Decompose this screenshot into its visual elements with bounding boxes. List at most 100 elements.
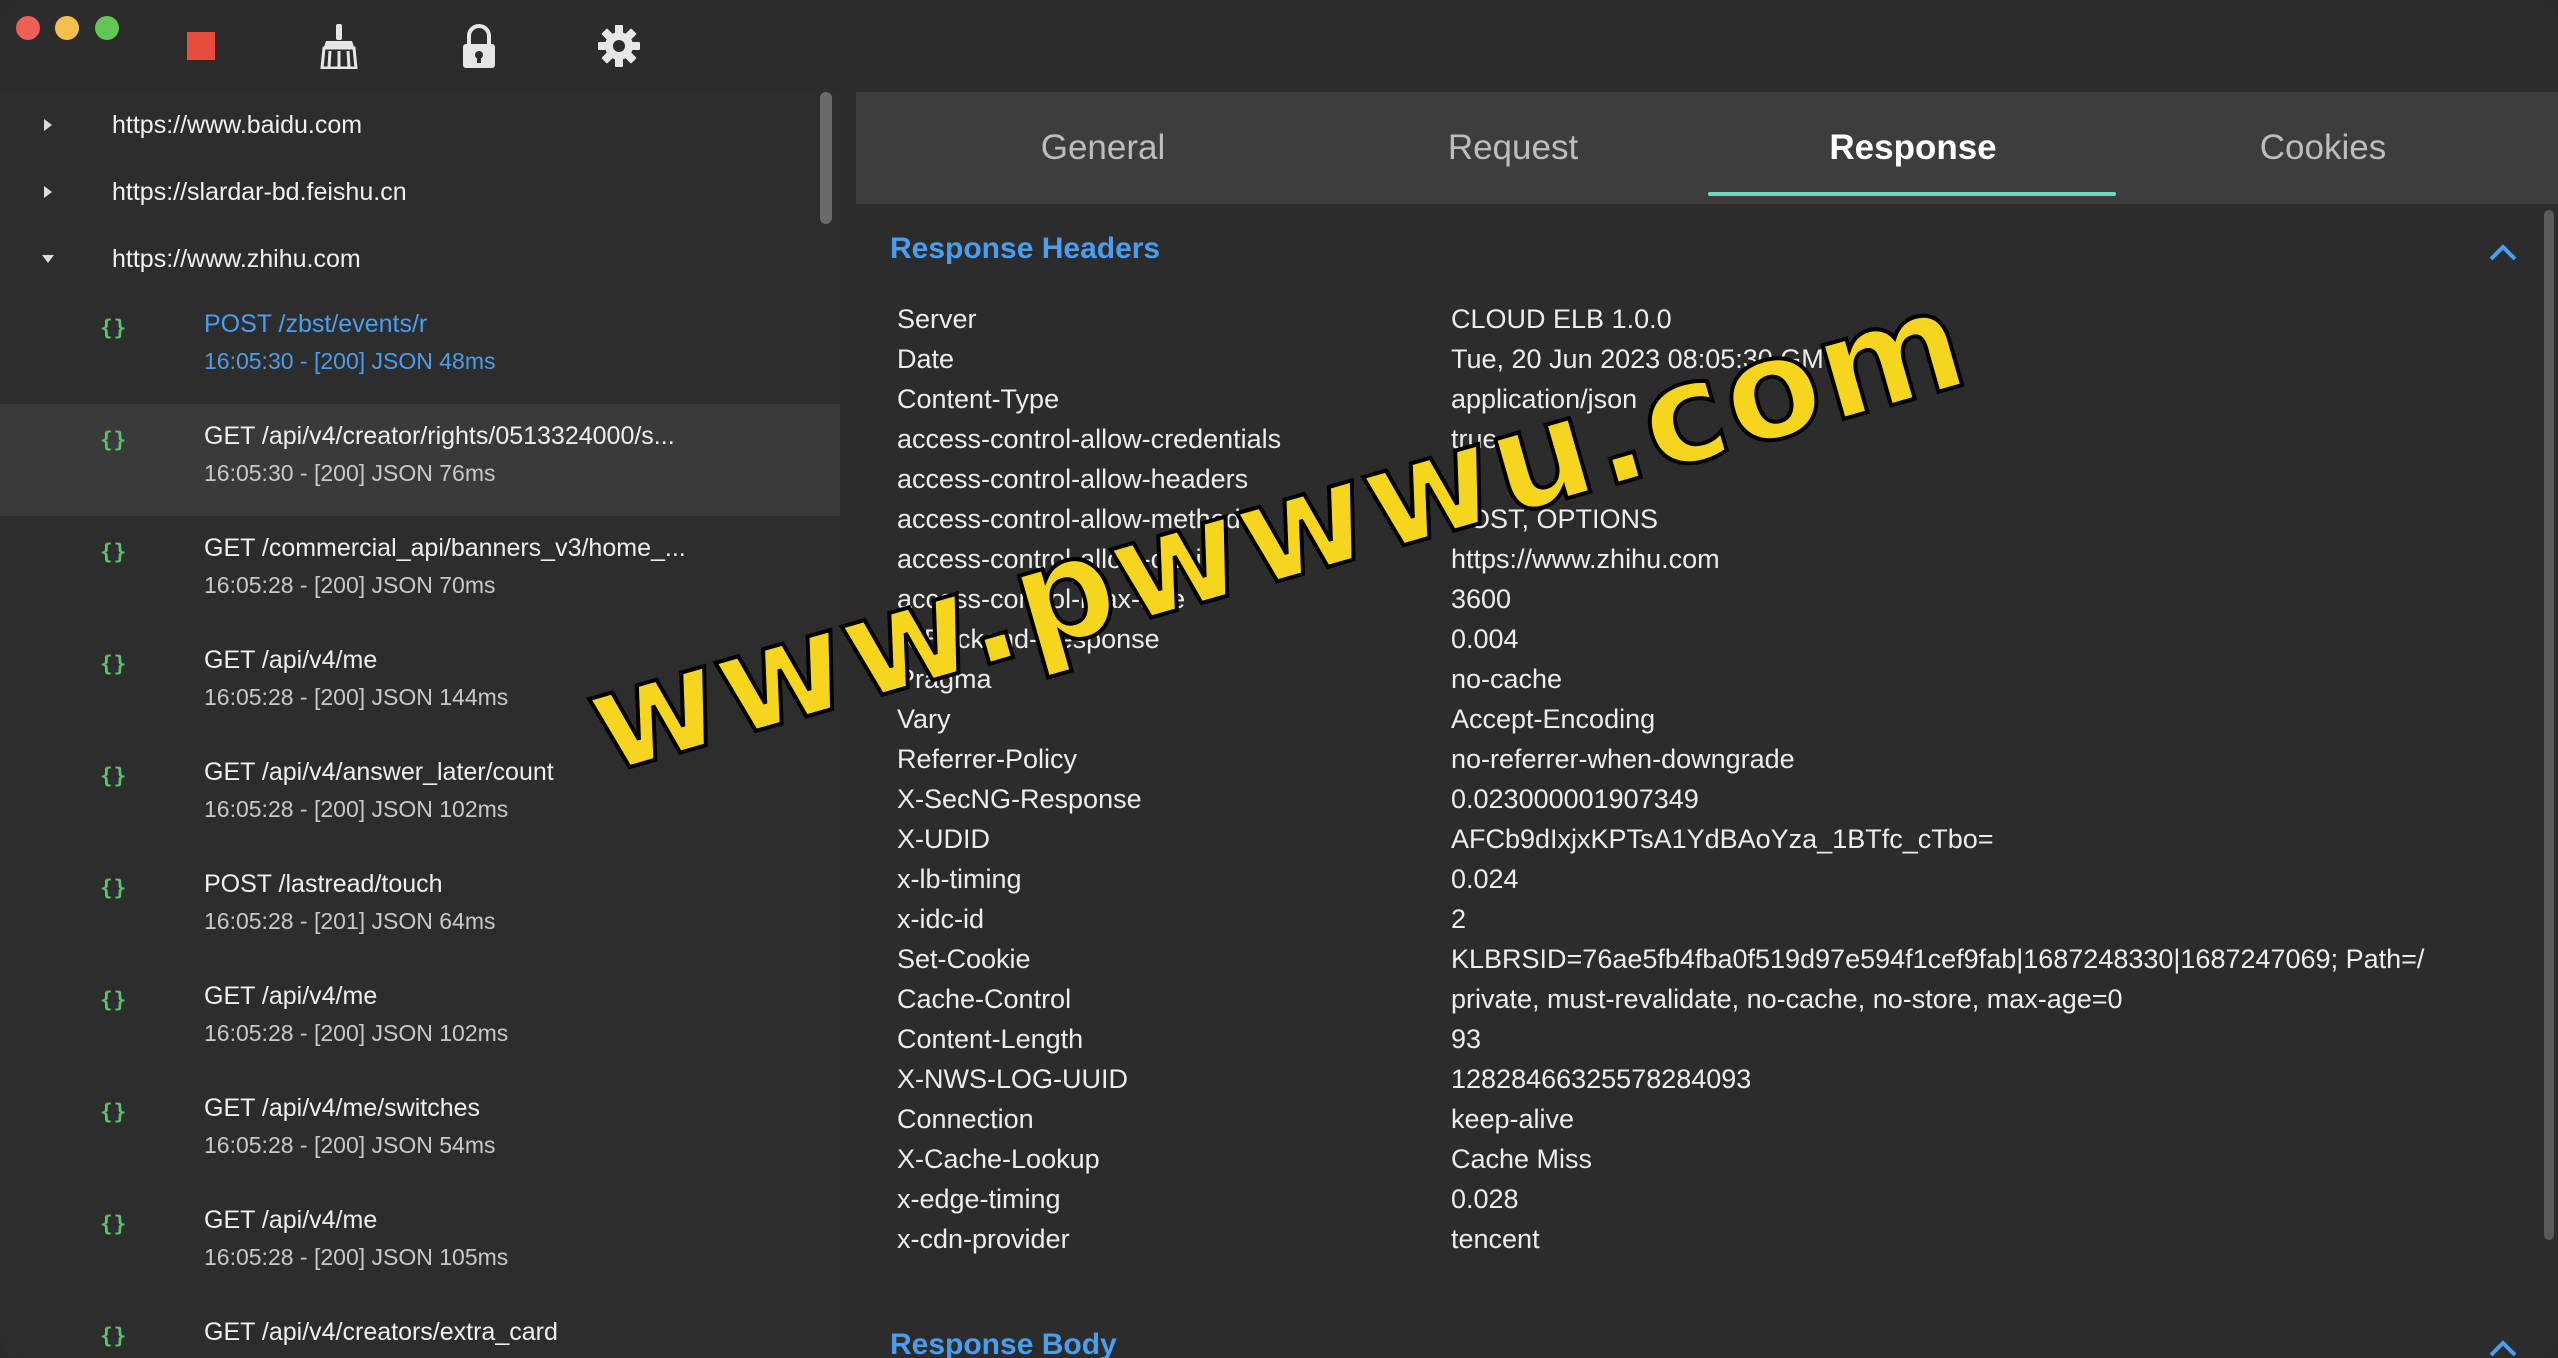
header-row: x-lb-timing 0.024 bbox=[897, 864, 2547, 904]
header-key: Vary bbox=[897, 704, 951, 734]
header-key: x-cdn-provider bbox=[897, 1224, 1070, 1254]
header-value: 12828466325578284093 bbox=[1451, 1064, 1752, 1094]
header-value: 3600 bbox=[1451, 584, 1512, 614]
header-key: Content-Type bbox=[897, 384, 1060, 414]
domain-label: https://www.baidu.com bbox=[112, 110, 363, 139]
header-value: Accept-Encoding bbox=[1451, 704, 1656, 734]
lock-icon bbox=[463, 24, 495, 68]
response-body-title[interactable]: Response Body bbox=[890, 1328, 1117, 1358]
header-key: access-control-allow-credentials bbox=[897, 424, 1282, 454]
tab-response[interactable]: Response bbox=[1708, 92, 2118, 204]
header-value: Cache Miss bbox=[1451, 1144, 1593, 1174]
request-row[interactable]: {} GET /api/v4/creator/rights/0513324000… bbox=[0, 404, 840, 516]
response-headers-title[interactable]: Response Headers bbox=[890, 232, 1160, 266]
chevron-up-icon[interactable] bbox=[2486, 1336, 2520, 1358]
json-icon: {} bbox=[100, 316, 128, 340]
header-value: 0.024 bbox=[1451, 864, 1519, 894]
json-icon: {} bbox=[100, 540, 128, 564]
clear-button[interactable] bbox=[313, 20, 365, 72]
header-row: x-cdn-provider tencent bbox=[897, 1224, 2547, 1264]
tab-general[interactable]: General bbox=[898, 92, 1308, 204]
header-value: 0.028 bbox=[1451, 1184, 1519, 1214]
request-row[interactable]: {} GET /commercial_api/banners_v3/home_.… bbox=[0, 516, 840, 628]
json-icon: {} bbox=[100, 988, 128, 1012]
header-value: no-referrer-when-downgrade bbox=[1451, 744, 1795, 774]
header-value: 2 bbox=[1451, 904, 1467, 934]
header-key: Set-Cookie bbox=[897, 944, 1031, 974]
request-title: GET /api/v4/me bbox=[204, 982, 378, 1010]
header-value: CLOUD ELB 1.0.0 bbox=[1451, 304, 1672, 334]
header-key: access-control-allow-methods bbox=[897, 504, 1255, 534]
request-meta: 16:05:28 - [200] JSON 144ms bbox=[204, 684, 509, 710]
chevron-right-icon[interactable] bbox=[40, 184, 56, 200]
request-meta: 16:05:28 - [200] JSON 70ms bbox=[204, 572, 496, 598]
header-value: KLBRSID=76ae5fb4fba0f519d97e594f1cef9fab… bbox=[1451, 944, 2425, 974]
request-row[interactable]: {} POST /lastread/touch 16:05:28 - [201]… bbox=[0, 852, 840, 964]
tab-cookies[interactable]: Cookies bbox=[2118, 92, 2528, 204]
stop-icon bbox=[187, 32, 215, 60]
header-row: access-control-allow-origin https://www.z… bbox=[897, 544, 2547, 584]
domain-row-feishu[interactable]: https://slardar-bd.feishu.cn bbox=[0, 159, 820, 225]
request-row[interactable]: {} POST /zbst/events/r 16:05:30 - [200] … bbox=[0, 292, 840, 404]
header-value: AFCb9dIxjxKPTsA1YdBAoYza_1BTfc_cTbo= bbox=[1451, 824, 1994, 854]
request-meta: 16:05:28 - [200] JSON 105ms bbox=[204, 1244, 509, 1270]
header-value: no-cache bbox=[1451, 664, 1563, 694]
chevron-up-icon[interactable] bbox=[2486, 240, 2520, 264]
header-value: true bbox=[1451, 424, 1498, 454]
header-row: Content-Length 93 bbox=[897, 1024, 2547, 1064]
zoom-window-button[interactable] bbox=[95, 16, 119, 40]
gear-icon bbox=[598, 25, 640, 67]
request-row[interactable]: {} GET /api/v4/me 16:05:28 - [200] JSON … bbox=[0, 1188, 840, 1300]
close-window-button[interactable] bbox=[16, 16, 40, 40]
request-title: GET /api/v4/me bbox=[204, 646, 378, 674]
chevron-right-icon[interactable] bbox=[40, 117, 56, 133]
request-row[interactable]: {} GET /api/v4/me 16:05:28 - [200] JSON … bbox=[0, 628, 840, 740]
header-row: Server CLOUD ELB 1.0.0 bbox=[897, 304, 2547, 344]
header-key: Referrer-Policy bbox=[897, 744, 1078, 774]
domain-label: https://slardar-bd.feishu.cn bbox=[112, 177, 407, 206]
detail-panel: General Request Response Cookies Respons… bbox=[856, 92, 2558, 1358]
header-key: X-Cache-Lookup bbox=[897, 1144, 1100, 1174]
header-row: X-UDID AFCb9dIxjxKPTsA1YdBAoYza_1BTfc_cTb… bbox=[897, 824, 2547, 864]
request-row[interactable]: {} GET /api/v4/answer_later/count 16:05:… bbox=[0, 740, 840, 852]
request-title: POST /zbst/events/r bbox=[204, 310, 428, 338]
title-bar bbox=[0, 0, 2558, 92]
domain-row-baidu[interactable]: https://www.baidu.com bbox=[0, 92, 820, 158]
request-meta: 16:05:28 - [200] JSON 102ms bbox=[204, 796, 509, 822]
request-row[interactable]: {} GET /api/v4/me 16:05:28 - [200] JSON … bbox=[0, 964, 840, 1076]
header-row: Connection keep-alive bbox=[897, 1104, 2547, 1144]
header-row: X-NWS-LOG-UUID 12828466325578284093 bbox=[897, 1064, 2547, 1104]
tab-request[interactable]: Request bbox=[1308, 92, 1718, 204]
settings-button[interactable] bbox=[593, 20, 645, 72]
header-value: application/json bbox=[1451, 384, 1638, 414]
header-row: Set-Cookie KLBRSID=76ae5fb4fba0f519d97e59… bbox=[897, 944, 2547, 984]
header-value: https://www.zhihu.com bbox=[1451, 544, 1720, 574]
request-row[interactable]: {} GET /api/v4/me/switches 16:05:28 - [2… bbox=[0, 1076, 840, 1188]
chevron-down-icon[interactable] bbox=[40, 251, 56, 267]
header-key: Connection bbox=[897, 1104, 1034, 1134]
header-value: 0.023000001907349 bbox=[1451, 784, 1699, 814]
header-key: x-edge-timing bbox=[897, 1184, 1061, 1214]
lock-button[interactable] bbox=[453, 20, 505, 72]
app-window: https://www.baidu.com https://slardar-bd… bbox=[0, 0, 2558, 1358]
header-row: access-control-allow-methods POST, OPTION… bbox=[897, 504, 2547, 544]
stop-button[interactable] bbox=[175, 20, 227, 72]
request-list-scrollbar[interactable] bbox=[820, 92, 832, 224]
request-meta: 16:05:30 - [200] JSON 76ms bbox=[204, 460, 496, 486]
header-row: X-SecNG-Response 0.023000001907349 bbox=[897, 784, 2547, 824]
detail-scrollbar[interactable] bbox=[2544, 210, 2554, 1240]
domain-row-zhihu[interactable]: https://www.zhihu.com bbox=[0, 226, 820, 292]
header-row: Referrer-Policy no-referrer-when-downgrad… bbox=[897, 744, 2547, 784]
domain-label: https://www.zhihu.com bbox=[112, 244, 361, 273]
request-meta: 16:05:28 - [200] JSON 102ms bbox=[204, 1020, 509, 1046]
header-row: access-control-allow-headers bbox=[897, 464, 2547, 504]
json-icon: {} bbox=[100, 428, 128, 452]
header-row: Pragma no-cache bbox=[897, 664, 2547, 704]
header-key: access-control-allow-origin bbox=[897, 544, 1217, 574]
header-row: Cache-Control private, must-revalidate, n… bbox=[897, 984, 2547, 1024]
request-meta: 16:05:28 - [201] JSON 64ms bbox=[204, 908, 496, 934]
minimize-window-button[interactable] bbox=[55, 16, 79, 40]
request-row[interactable]: {} GET /api/v4/creators/extra_card bbox=[0, 1300, 840, 1358]
request-meta: 16:05:30 - [200] JSON 48ms bbox=[204, 348, 496, 374]
header-key: X-SecNG-Response bbox=[897, 784, 1142, 814]
